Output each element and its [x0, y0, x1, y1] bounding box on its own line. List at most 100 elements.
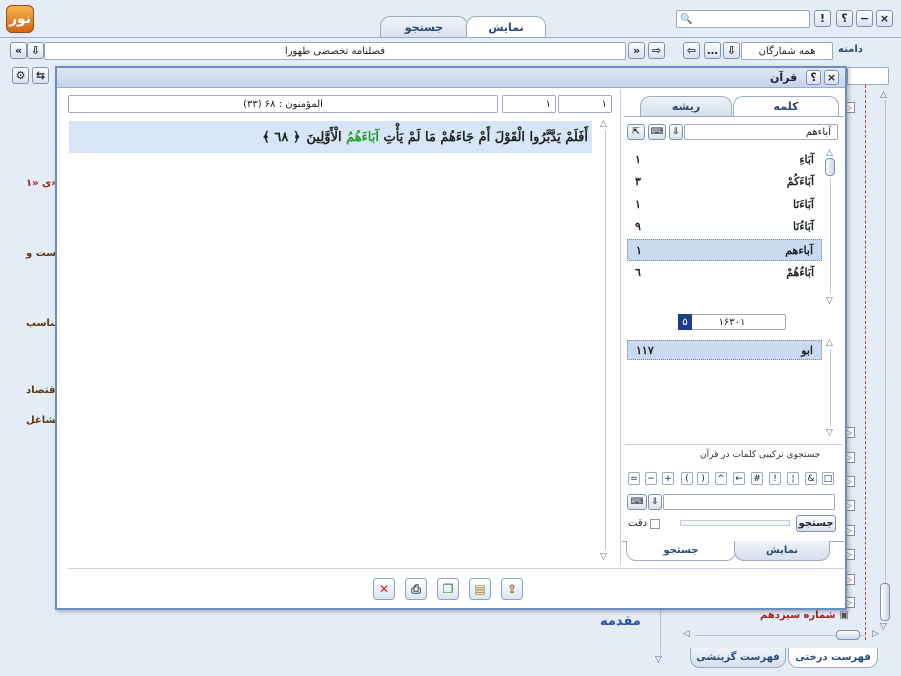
tab-select-list[interactable]: فهرست گزینشی	[690, 648, 786, 668]
app-logo[interactable]: نور	[6, 5, 34, 33]
tree-scroll-up-icon[interactable]: △	[880, 90, 887, 100]
combo-dropdown-icon[interactable]: ⇩	[648, 494, 662, 510]
pointer-icon[interactable]: ⇱	[627, 124, 645, 140]
word-count: ۳	[635, 174, 641, 188]
quran-close-button[interactable]: ×	[824, 70, 839, 85]
back-arrow-icon[interactable]: ⇦	[683, 42, 700, 59]
document-title-field[interactable]: فصلنامه تخصصی طهورا	[44, 42, 626, 60]
operator-button[interactable]: &	[805, 472, 817, 485]
combo-label: جستجوی ترکیبی کلمات در قرآن	[700, 450, 821, 460]
operator-button[interactable]: ^	[715, 472, 727, 485]
close-app-button[interactable]: ×	[876, 10, 893, 27]
combo-search-input[interactable]	[663, 494, 835, 510]
operator-button[interactable]: #	[751, 472, 763, 485]
tree-scroll-track[interactable]	[885, 100, 886, 620]
word-text: آبَاءَنَا	[792, 197, 814, 211]
more-options-icon[interactable]: …	[704, 42, 721, 59]
root-list-scroll-up-icon[interactable]: △	[826, 338, 833, 348]
word-search-input[interactable]: آباءهم	[684, 124, 838, 140]
current-index-field[interactable]: ۵	[678, 314, 692, 330]
word-list-item[interactable]: ٦ آبَاءُهُمْ	[627, 261, 822, 283]
word-list-item[interactable]: ۱ آباءهم	[627, 239, 822, 261]
root-list-scroll-track[interactable]	[830, 350, 831, 426]
combo-search-button[interactable]: جستجو	[796, 515, 836, 532]
close-red-icon[interactable]: ✕	[373, 578, 395, 600]
word-dropdown-icon[interactable]: ⇩	[669, 124, 683, 140]
operator-button[interactable]: ←	[733, 472, 745, 485]
quran-help-button[interactable]: ؟	[806, 70, 821, 85]
verse-pane-bottom-line	[68, 568, 844, 569]
word-list-item[interactable]: ۳ آبَاءَكُمْ	[627, 170, 822, 192]
nav-field-b[interactable]: ۱	[502, 95, 556, 113]
info-button[interactable]: !	[814, 10, 831, 27]
word-list-item[interactable]: ۱ آبَاءَنَا	[627, 193, 822, 215]
precision-label: دقت	[628, 518, 648, 529]
tree-hscroll-left-icon[interactable]: ◁	[683, 629, 690, 639]
word-list-scroll-track[interactable]	[830, 178, 831, 294]
tree-hscroll-right-icon[interactable]: ▷	[872, 629, 879, 639]
minimize-button[interactable]: −	[856, 10, 873, 27]
operator-button[interactable]: +	[662, 472, 674, 485]
doc-scroll-down-icon[interactable]: ▽	[655, 655, 662, 665]
keyboard-icon[interactable]: ⌨	[648, 124, 666, 140]
operator-button[interactable]: □	[822, 472, 834, 485]
global-search-input[interactable]: 🔍	[676, 10, 810, 28]
word-count: ۱	[635, 152, 641, 166]
ayah-reference-field[interactable]: (۳۳) المؤمنون : ۶۸	[68, 95, 498, 113]
forward-arrow-icon[interactable]: ⇨	[648, 42, 665, 59]
nav-field-a[interactable]: ۱	[558, 95, 612, 113]
verse-number: ﴿ ٦٨ ﴾	[262, 129, 301, 145]
operator-button[interactable]: −	[645, 472, 657, 485]
operator-button[interactable]: (	[681, 472, 693, 485]
verse-scroll-up-icon[interactable]: △	[600, 119, 607, 129]
copy-icon[interactable]: ❐	[437, 578, 459, 600]
root-row[interactable]: ۱۱۷ ابو	[627, 340, 822, 360]
scope-dropdown-icon[interactable]: ⇩	[723, 42, 740, 59]
tab-root[interactable]: ریشه	[640, 96, 732, 116]
tree-item-last[interactable]: شماره سیزدهم ▣	[760, 610, 849, 621]
tab-search-main[interactable]: جستجو	[380, 16, 468, 38]
printer-icon[interactable]: ⎙	[405, 578, 427, 600]
layout-toggle-icon[interactable]: ⇆	[32, 67, 49, 84]
word-list-scroll-up-icon[interactable]: △	[826, 148, 833, 158]
verse-highlight[interactable]: آبَاءَهُمُ	[346, 130, 379, 145]
doc-line-1: ی «۱»	[26, 178, 58, 189]
precision-checkbox[interactable]: دقت	[628, 518, 661, 529]
tree-scroll-thumb[interactable]	[880, 583, 890, 621]
word-text: آبَاءَكُمْ	[786, 174, 814, 188]
operator-button[interactable]: !	[769, 472, 781, 485]
verse-scroll-track[interactable]	[605, 130, 606, 550]
word-count: ۱	[636, 243, 642, 257]
export-icon[interactable]: ⇪	[501, 578, 523, 600]
tree-filter-input[interactable]	[847, 67, 889, 85]
dropdown-arrow-icon[interactable]: ⇩	[27, 42, 44, 59]
magnifier-icon: 🔍	[680, 13, 693, 25]
combo-keyboard-icon[interactable]: ⌨	[627, 494, 647, 510]
tree-scroll-down-icon[interactable]: ▽	[880, 622, 887, 632]
double-chevron-left-icon[interactable]: «	[10, 42, 27, 59]
verse-text: أَفَلَمْ يَدَّبَّرُوا الْقَوْلَ أَمْ جَا…	[306, 129, 588, 145]
double-chevron-right-icon[interactable]: »	[628, 42, 645, 59]
word-list-scroll-thumb[interactable]	[825, 158, 835, 176]
verse-scroll-down-icon[interactable]: ▽	[600, 552, 607, 562]
tab-tree-list[interactable]: فهرست درختی	[788, 648, 878, 668]
operator-button[interactable]: ¦	[787, 472, 799, 485]
tab-display-main[interactable]: نمایش	[466, 16, 546, 38]
operator-button[interactable]: =	[628, 472, 640, 485]
word-count: ۱	[635, 197, 641, 211]
note-icon[interactable]: ▤	[469, 578, 491, 600]
scope-select[interactable]: همه شمارگان	[741, 42, 833, 60]
word-list-scroll-down-icon[interactable]: ▽	[826, 296, 833, 306]
tab-word[interactable]: کلمه	[733, 96, 839, 116]
word-list-item[interactable]: ۹ آبَاءُنَا	[627, 215, 822, 237]
quran-window-titlebar[interactable]	[57, 68, 845, 88]
help-button[interactable]: ؟	[836, 10, 853, 27]
tree-hscroll-thumb[interactable]	[836, 630, 860, 640]
tab-quran-display[interactable]: نمایش	[734, 541, 830, 561]
tab-quran-search[interactable]: جستجو	[626, 541, 736, 561]
root-list-scroll-down-icon[interactable]: ▽	[826, 428, 833, 438]
word-list-item[interactable]: ۱ آبَاءِ	[627, 148, 822, 170]
operator-button[interactable]: )	[697, 472, 709, 485]
wrench-icon[interactable]: ⚙	[12, 67, 29, 84]
verse-row[interactable]: أَفَلَمْ يَدَّبَّرُوا الْقَوْلَ أَمْ جَا…	[69, 121, 592, 153]
